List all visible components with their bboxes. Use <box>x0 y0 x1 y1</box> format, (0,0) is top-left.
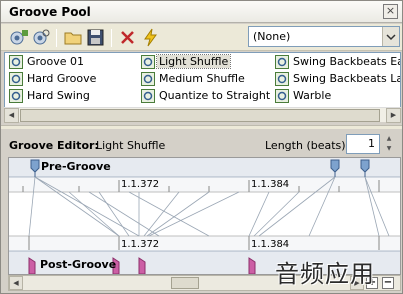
delete-icon[interactable] <box>117 27 139 48</box>
length-input[interactable]: 1 <box>346 134 380 154</box>
post-groove-label: Post-Groove <box>40 258 117 271</box>
length-label: Length (beats): <box>265 139 350 152</box>
commit-groove-icon[interactable] <box>140 27 162 48</box>
chevron-down-icon[interactable] <box>382 27 399 46</box>
watermark: 音频应用 <box>275 260 375 288</box>
groove-editor-header: Groove Editor: Light Shuffle Length (bea… <box>1 130 402 156</box>
groove-list-scrollbar[interactable]: ◀ ▶ <box>4 107 401 123</box>
groove-icon <box>141 89 155 103</box>
add-groove-icon[interactable] <box>7 27 29 48</box>
pre-groove-label: Pre-Groove <box>41 160 111 173</box>
pre-tick-label: 1.1.372 <box>121 179 160 190</box>
groove-icon <box>141 55 155 69</box>
scroll-left-button[interactable]: ◀ <box>9 276 23 290</box>
scroll-thumb[interactable] <box>171 277 199 289</box>
groove-icon <box>9 72 23 86</box>
scroll-right-button[interactable]: ▶ <box>386 108 401 123</box>
length-down-button[interactable]: ▼ <box>383 145 395 154</box>
groove-settings-icon[interactable] <box>30 27 52 48</box>
title-bar: Groove Pool × <box>1 1 402 23</box>
save-icon[interactable] <box>85 27 107 48</box>
pre-tick-label: 1.1.384 <box>251 179 290 190</box>
open-folder-icon[interactable] <box>62 27 84 48</box>
splitter[interactable] <box>1 125 402 129</box>
scroll-left-button[interactable]: ◀ <box>4 108 19 123</box>
groove-editor-current: Light Shuffle <box>96 139 166 152</box>
groove-pool-window: Groove Pool × (None) Groove 01 Hard Groo… <box>0 0 403 294</box>
scroll-thumb[interactable] <box>20 109 380 122</box>
zoom-out-button[interactable]: − <box>382 277 394 289</box>
groove-icon <box>141 72 155 86</box>
groove-icon <box>9 55 23 69</box>
post-tick-label: 1.1.384 <box>251 239 290 250</box>
length-up-button[interactable]: ▲ <box>383 135 395 144</box>
groove-icon <box>275 72 289 86</box>
groove-icon <box>275 55 289 69</box>
groove-icon <box>275 89 289 103</box>
post-tick-label: 1.1.372 <box>121 239 160 250</box>
dropdown-value: (None) <box>253 30 291 43</box>
window-title: Groove Pool <box>9 5 91 19</box>
groove-preset-dropdown[interactable]: (None) <box>248 26 400 47</box>
groove-icon <box>9 89 23 103</box>
groove-editor-label: Groove Editor: <box>9 139 99 152</box>
close-button[interactable]: × <box>383 4 398 19</box>
